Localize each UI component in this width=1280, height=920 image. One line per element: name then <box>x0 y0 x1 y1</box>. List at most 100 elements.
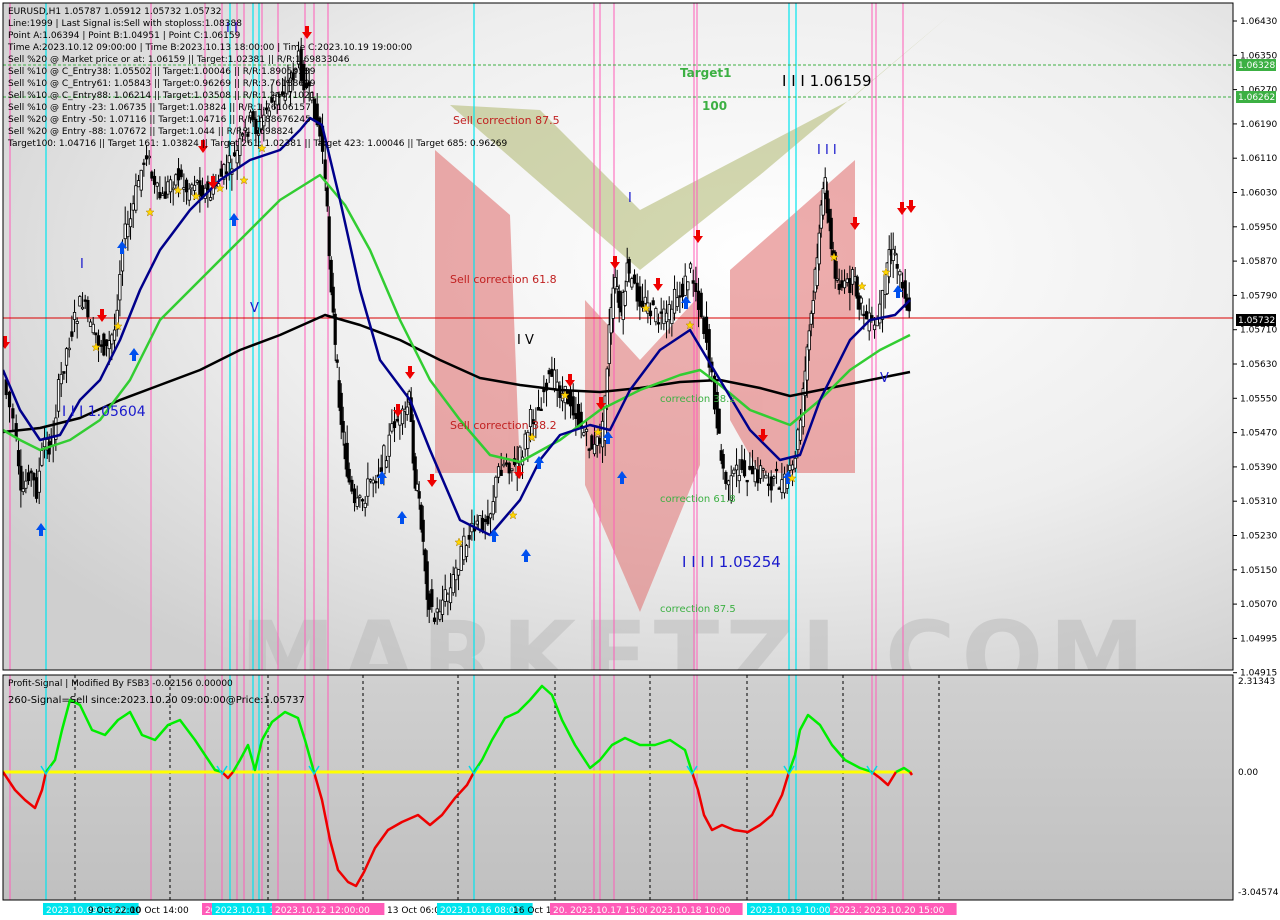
candle-body <box>11 408 15 419</box>
candle-body <box>547 370 551 375</box>
candle-body <box>750 465 755 475</box>
info-line-8: Sell %10 @ Entry -23: 1.06735 || Target:… <box>8 103 311 113</box>
candle-body <box>19 465 23 491</box>
candle-body <box>845 278 849 283</box>
osc-axis-zero: 0.00 <box>1238 768 1258 778</box>
candle-body <box>571 396 575 416</box>
candle-body <box>691 280 695 284</box>
candle-body <box>390 423 394 432</box>
candle-body <box>26 472 31 482</box>
time-label: 2023.10.16 08:00 <box>440 906 521 916</box>
candle-body <box>421 519 425 542</box>
candle-body <box>415 483 419 491</box>
candle-body <box>699 292 703 318</box>
candle-body <box>96 335 101 346</box>
candle-body <box>862 313 866 317</box>
candle-body <box>680 283 685 298</box>
candle-body <box>807 330 811 351</box>
info-line-0: EURUSD,H1 1.05787 1.05912 1.05732 1.0573… <box>8 7 221 17</box>
candle-body <box>327 216 331 257</box>
candle-body <box>774 468 779 472</box>
price-tick-label: 1.05790 <box>1240 291 1277 301</box>
candle-body <box>688 263 693 269</box>
candle-body <box>734 464 739 471</box>
candle-body <box>683 275 687 296</box>
candle-body <box>187 188 191 201</box>
sell-correction-618: Sell correction 61.8 <box>450 273 557 286</box>
candle-body <box>764 474 768 479</box>
candle-body <box>840 280 844 288</box>
candle-body <box>796 429 800 451</box>
candle-body <box>809 312 813 325</box>
candle-body <box>696 290 701 310</box>
time-label: 2023.1 <box>833 906 865 916</box>
candle-body <box>798 419 803 441</box>
candle-body <box>62 371 66 374</box>
point-c-label: I I I 1.06159 <box>782 72 872 90</box>
candle-body <box>510 468 514 472</box>
candle-body <box>721 454 725 469</box>
candle-body <box>717 408 721 434</box>
candle-body <box>7 391 12 408</box>
candle-body <box>335 359 339 363</box>
candle-body <box>850 269 855 285</box>
candle-body <box>451 574 455 594</box>
candle-body <box>638 286 642 307</box>
sell-correction-875: Sell correction 87.5 <box>453 114 560 127</box>
candle-body <box>582 432 586 436</box>
current-price-badge-text: 1.05732 <box>1238 316 1275 326</box>
candle-body <box>587 448 591 451</box>
oscillator-title: Profit-Signal | Modified By FSB3 -0.0215… <box>8 679 233 689</box>
candle-body <box>518 446 522 463</box>
candle-body <box>176 168 181 181</box>
correction-618: correction 61.8 <box>660 494 736 505</box>
info-line-5: Sell %10 @ C_Entry38: 1.05502 || Target:… <box>8 67 316 77</box>
time-label: 10 Oct 14:00 <box>130 906 189 916</box>
candle-body <box>150 171 154 179</box>
candle-body <box>395 418 399 422</box>
candle-body <box>617 290 621 308</box>
candle-body <box>384 460 389 468</box>
candle-body <box>478 515 482 530</box>
candle-body <box>576 403 581 426</box>
candle-body <box>80 306 85 310</box>
candle-body <box>790 464 795 471</box>
candle-body <box>488 513 493 519</box>
candle-body <box>903 280 907 299</box>
target100-label: 100 <box>702 99 727 113</box>
candle-body <box>168 179 173 193</box>
candle-body <box>507 462 511 474</box>
time-label: 20. 2023.10.17 15:00 <box>553 906 651 916</box>
candle-body <box>848 278 852 294</box>
candle-body <box>635 282 639 302</box>
candle-body <box>123 223 127 240</box>
candle-body <box>232 152 237 157</box>
candle-body <box>358 495 362 498</box>
candle-body <box>446 593 450 602</box>
candle-body <box>182 187 186 190</box>
candle-body <box>432 617 437 622</box>
candle-body <box>56 379 61 412</box>
candle-body <box>195 180 199 183</box>
point-b-label: I I I I 1.05254 <box>682 553 781 571</box>
candle-body <box>379 467 383 472</box>
time-label: 2023.10.18 10:00 <box>650 906 731 916</box>
candle-body <box>805 346 809 381</box>
candle-body <box>387 434 391 457</box>
info-line-2: Point A:1.06394 | Point B:1.04951 | Poin… <box>8 31 241 41</box>
candle-body <box>895 263 899 269</box>
target1-label: Target1 <box>680 66 731 80</box>
info-line-4: Sell %20 @ Market price or at: 1.06159 |… <box>8 55 350 65</box>
candle-body <box>59 373 63 385</box>
candle-body <box>312 98 317 122</box>
candle-body <box>552 369 557 389</box>
candle-body <box>664 312 669 323</box>
candle-body <box>542 388 546 393</box>
candle-body <box>605 368 609 407</box>
candle-body <box>347 468 351 483</box>
trading-chart[interactable]: MARKETZI.COM Target1 100 I I I 1.06159 I… <box>0 0 1280 920</box>
price-tick-label: 1.05150 <box>1240 566 1277 576</box>
candle-body <box>742 460 747 477</box>
candle-body <box>704 316 709 343</box>
sell-correction-382: Sell correction 38.2 <box>450 419 557 432</box>
